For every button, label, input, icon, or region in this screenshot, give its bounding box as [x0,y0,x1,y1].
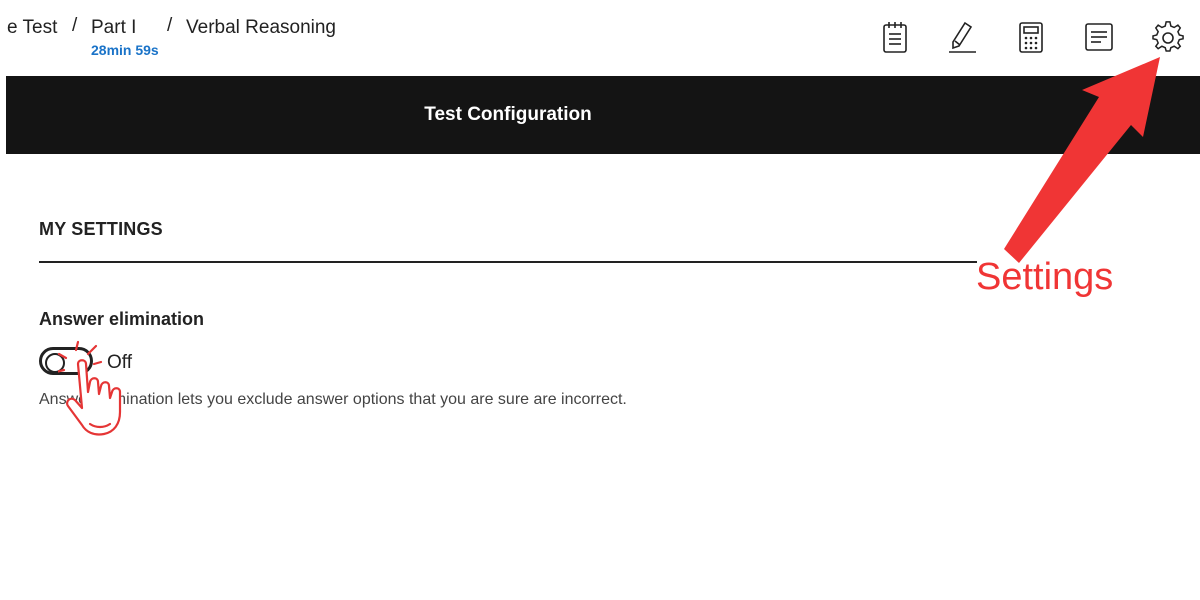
breadcrumb-section[interactable]: Verbal Reasoning [186,17,336,39]
gear-icon[interactable] [1152,20,1184,54]
section-title: MY SETTINGS [39,219,163,239]
breadcrumb-separator: / [167,15,173,36]
notepad-icon[interactable] [879,20,911,54]
timer: 28min 59s [91,42,159,58]
section-divider [39,261,977,263]
highlighter-icon[interactable] [946,20,978,54]
red-arrow-annotation [990,55,1170,265]
calculator-icon[interactable] [1015,20,1047,54]
breadcrumb-test[interactable]: e Test [7,17,57,39]
notes-icon[interactable] [1083,20,1115,54]
answer-elimination-title: Answer elimination [39,309,205,329]
tap-hand-icon [58,340,158,444]
breadcrumb-part[interactable]: Part I [91,17,136,39]
settings-callout-label: Settings [976,256,1114,298]
page: e Test / Part I / Verbal Reasoning 28min… [0,0,1200,600]
page-title: Test Configuration [424,104,592,125]
breadcrumb-separator: / [72,15,78,36]
